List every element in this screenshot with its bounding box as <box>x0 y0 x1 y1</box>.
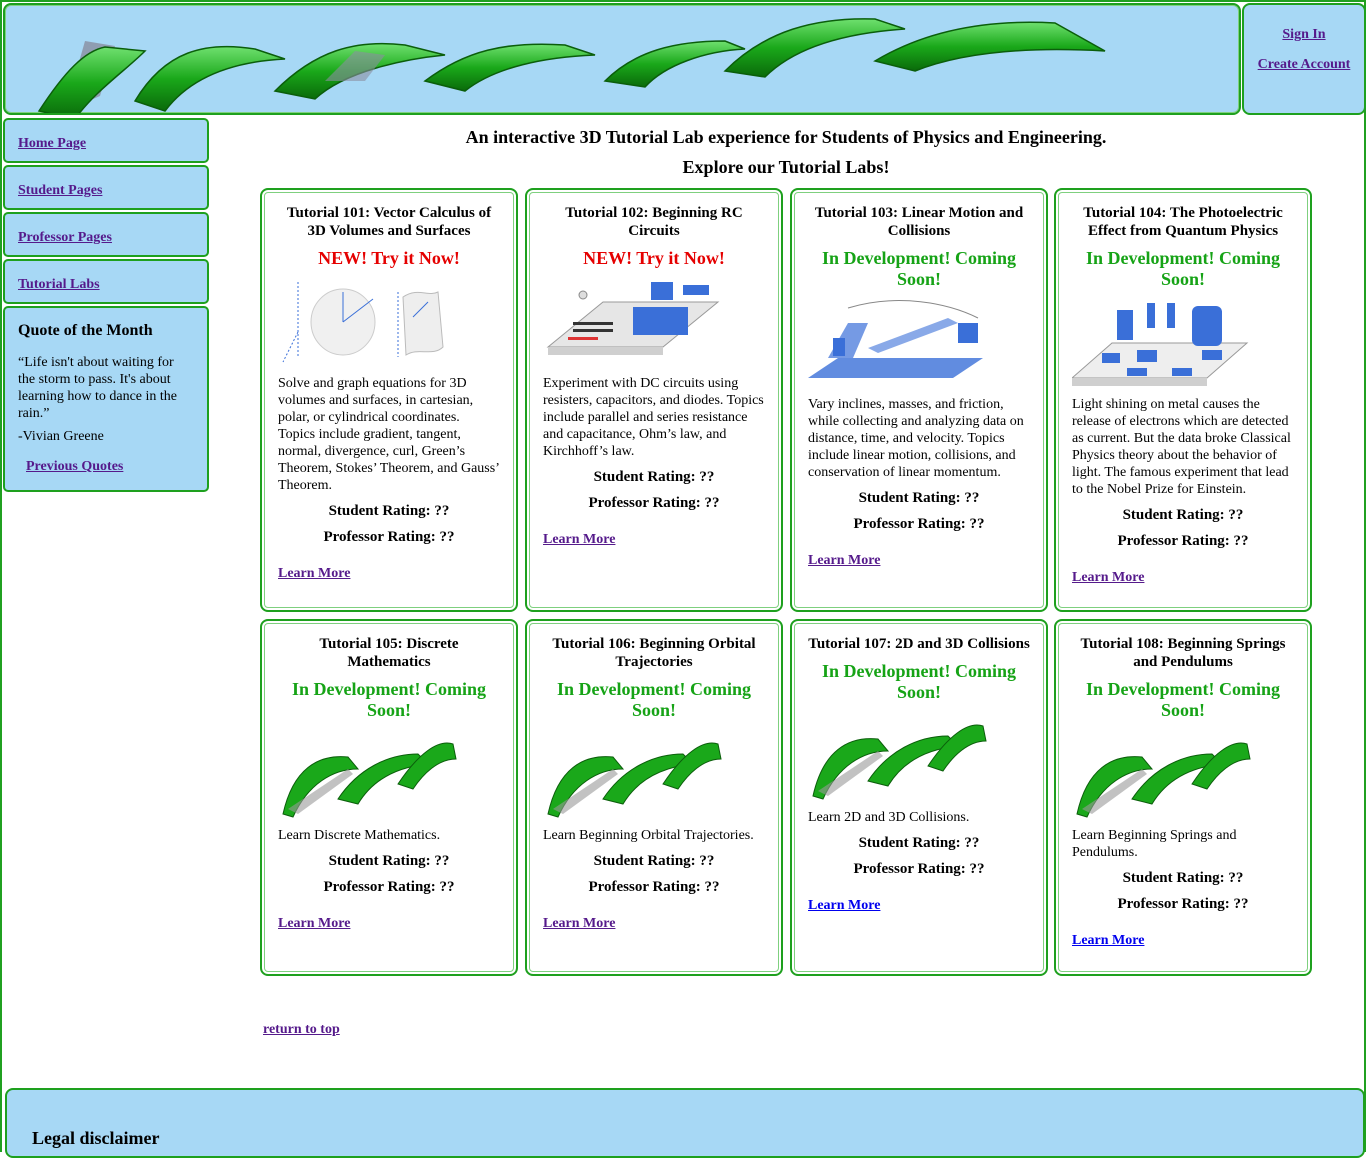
create-account-link[interactable]: Create Account <box>1244 57 1364 73</box>
tutorial-title: Tutorial 103: Linear Motion and Collisio… <box>814 205 1024 239</box>
learn-more-link[interactable]: Learn More <box>808 898 1030 914</box>
quote-text: “Life isn't about waiting for the storm … <box>18 355 178 421</box>
vector-calculus-illustration <box>282 282 444 363</box>
vector-calculus-image <box>278 277 500 367</box>
tutorial-description: Learn 2D and 3D Collisions. <box>808 810 970 825</box>
tutorial-description: Light shining on metal causes the releas… <box>1072 397 1291 497</box>
student-rating: Student Rating: ?? <box>328 853 450 869</box>
professor-rating: Professor Rating: ?? <box>853 861 985 877</box>
logo-image <box>808 711 1030 801</box>
physics-in-motion-logo-image <box>1076 742 1251 818</box>
physics-in-motion-logo-image <box>812 724 987 800</box>
tutorial-description: Learn Beginning Springs and Pendulums. <box>1072 828 1237 860</box>
student-rating: Student Rating: ?? <box>1122 507 1244 523</box>
physics-in-motion-logo-image <box>547 742 722 818</box>
professor-pages-link[interactable]: Professor Pages <box>18 230 112 245</box>
main-content: An interactive 3D Tutorial Lab experienc… <box>258 118 1314 177</box>
learn-more-link[interactable]: Learn More <box>1072 570 1294 586</box>
student-rating: Student Rating: ?? <box>593 469 715 485</box>
account-panel: Sign In Create Account <box>1242 3 1366 115</box>
tutorial-description: Experiment with DC circuits using resist… <box>543 376 764 459</box>
physics-in-motion-logo-image <box>282 742 457 818</box>
professor-rating: Professor Rating: ?? <box>588 495 720 511</box>
quote-author: -Vivian Greene <box>18 429 104 444</box>
tutorial-card-101: Tutorial 101: Vector Calculus of 3D Volu… <box>260 188 518 612</box>
tutorial-card-102: Tutorial 102: Beginning RC Circuits NEW!… <box>525 188 783 612</box>
tutorial-card-108: Tutorial 108: Beginning Springs and Pend… <box>1054 619 1312 976</box>
previous-quotes-link[interactable]: Previous Quotes <box>26 459 194 475</box>
logo-image <box>1072 729 1294 819</box>
professor-rating: Professor Rating: ?? <box>1117 533 1249 549</box>
tutorial-status: In Development! Coming Soon! <box>1086 679 1280 720</box>
professor-rating: Professor Rating: ?? <box>588 879 720 895</box>
linear-motion-illustration <box>808 300 983 378</box>
tutorial-card-106: Tutorial 106: Beginning Orbital Trajecto… <box>525 619 783 976</box>
tutorial-card-104: Tutorial 104: The Photoelectric Effect f… <box>1054 188 1312 612</box>
tutorial-status: In Development! Coming Soon! <box>822 248 1016 289</box>
intro-heading: An interactive 3D Tutorial Lab experienc… <box>465 127 1107 147</box>
learn-more-link[interactable]: Learn More <box>543 916 765 932</box>
learn-more-link[interactable]: Learn More <box>278 566 500 582</box>
photoelectric-illustration <box>1070 303 1249 386</box>
tutorial-description: Vary inclines, masses, and friction, whi… <box>808 397 1024 480</box>
learn-more-link[interactable]: Learn More <box>543 532 765 548</box>
footer: Legal disclaimer <box>5 1088 1365 1158</box>
tutorial-title: Tutorial 105: Discrete Mathematics <box>319 636 459 670</box>
tutorial-title: Tutorial 104: The Photoelectric Effect f… <box>1083 205 1283 239</box>
student-rating: Student Rating: ?? <box>858 490 980 506</box>
logo-image <box>278 729 500 819</box>
tutorial-card-105: Tutorial 105: Discrete Mathematics In De… <box>260 619 518 976</box>
tutorial-status: NEW! Try it Now! <box>318 248 460 268</box>
tutorial-status: In Development! Coming Soon! <box>292 679 486 720</box>
sidebar-item-professor: Professor Pages <box>3 212 209 257</box>
header-banner <box>3 3 1241 115</box>
tutorial-title: Tutorial 106: Beginning Orbital Trajecto… <box>552 636 756 670</box>
tutorial-title: Tutorial 107: 2D and 3D Collisions <box>808 636 1030 652</box>
professor-rating: Professor Rating: ?? <box>323 529 455 545</box>
quote-title: Quote of the Month <box>18 322 153 339</box>
home-page-link[interactable]: Home Page <box>18 136 86 151</box>
learn-more-link[interactable]: Learn More <box>808 553 1030 569</box>
explore-heading: Explore our Tutorial Labs! <box>682 157 890 177</box>
tutorial-card-103: Tutorial 103: Linear Motion and Collisio… <box>790 188 1048 612</box>
tutorial-title: Tutorial 102: Beginning RC Circuits <box>565 205 743 239</box>
sidebar-item-student: Student Pages <box>3 165 209 210</box>
tutorial-status: NEW! Try it Now! <box>583 248 725 268</box>
tutorial-description: Learn Beginning Orbital Trajectories. <box>543 828 754 843</box>
professor-rating: Professor Rating: ?? <box>853 516 985 532</box>
tutorial-description: Learn Discrete Mathematics. <box>278 828 441 843</box>
student-rating: Student Rating: ?? <box>328 503 450 519</box>
professor-rating: Professor Rating: ?? <box>323 879 455 895</box>
student-rating: Student Rating: ?? <box>858 835 980 851</box>
tutorial-title: Tutorial 101: Vector Calculus of 3D Volu… <box>286 205 492 239</box>
photoelectric-image <box>1070 298 1294 388</box>
tutorial-status: In Development! Coming Soon! <box>1086 248 1280 289</box>
tutorial-title: Tutorial 108: Beginning Springs and Pend… <box>1080 636 1286 670</box>
rc-circuit-image <box>543 277 765 367</box>
student-rating: Student Rating: ?? <box>1122 870 1244 886</box>
tutorial-card-107: Tutorial 107: 2D and 3D Collisions In De… <box>790 619 1048 976</box>
tutorial-labs-link[interactable]: Tutorial Labs <box>18 277 100 292</box>
linear-motion-image <box>808 298 1030 388</box>
student-rating: Student Rating: ?? <box>593 853 715 869</box>
sidebar-item-tutorial: Tutorial Labs <box>3 259 209 304</box>
learn-more-link[interactable]: Learn More <box>278 916 500 932</box>
professor-rating: Professor Rating: ?? <box>1117 896 1249 912</box>
sign-in-link[interactable]: Sign In <box>1244 27 1364 43</box>
student-pages-link[interactable]: Student Pages <box>18 183 102 198</box>
tutorial-status: In Development! Coming Soon! <box>822 661 1016 702</box>
rc-circuit-illustration <box>546 282 720 355</box>
logo-image <box>543 729 765 819</box>
return-to-top-link[interactable]: return to top <box>263 1022 340 1038</box>
quote-of-month: Quote of the Month “Life isn't about wai… <box>3 306 209 492</box>
tutorial-description: Solve and graph equations for 3D volumes… <box>278 376 499 493</box>
sidebar-item-home: Home Page <box>3 118 209 163</box>
site-logo <box>37 18 1106 113</box>
tutorial-status: In Development! Coming Soon! <box>557 679 751 720</box>
legal-disclaimer-heading: Legal disclaimer <box>32 1128 160 1148</box>
learn-more-link[interactable]: Learn More <box>1072 933 1294 949</box>
sidebar: Home Page Student Pages Professor Pages … <box>3 118 209 492</box>
